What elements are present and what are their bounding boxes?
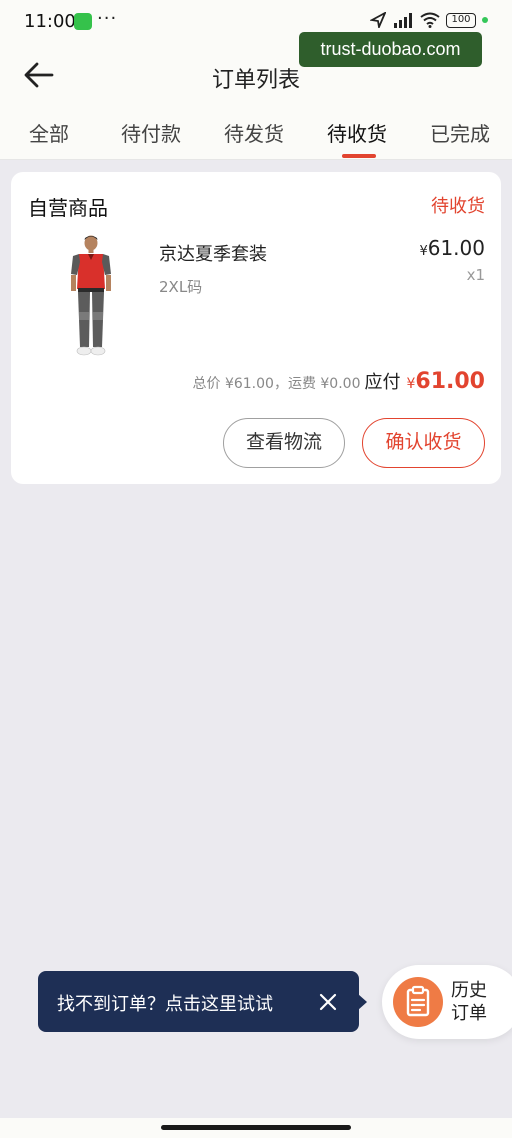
status-dot-icon (482, 17, 488, 23)
shop-name: 自营商品 (28, 196, 108, 220)
tip-pointer (358, 994, 367, 1010)
close-icon[interactable] (317, 991, 339, 1013)
wechat-icon (74, 13, 92, 30)
product-name[interactable]: 京达夏季套装 (159, 240, 267, 266)
order-card[interactable]: 自营商品 待收货 京达夏季套装 2XL码 ¥61.00 x1 总价 ¥61.00… (11, 172, 501, 484)
battery-icon: 100 (446, 12, 476, 28)
payable-amount: 61.00 (415, 369, 485, 394)
status-icons: 100 (370, 12, 488, 28)
payable-label: 应付 (364, 372, 401, 393)
price-value: 61.00 (427, 236, 485, 260)
signal-icon (394, 13, 412, 28)
price-symbol: ¥ (419, 244, 428, 259)
more-notifications-icon: ··· (97, 8, 118, 29)
page-title: 订单列表 (211, 68, 300, 93)
order-status-badge: 待收货 (431, 196, 485, 217)
product-image[interactable] (63, 234, 119, 360)
confirm-receipt-button[interactable]: 确认收货 (362, 418, 485, 468)
tab-pending-shipment[interactable]: 待发货 (224, 118, 284, 147)
product-price: ¥61.00 (419, 236, 485, 260)
tabs-divider (0, 159, 512, 160)
status-time: 11:00 (24, 11, 76, 32)
tab-pending-receipt[interactable]: 待收货 (327, 118, 387, 147)
payable-symbol: ¥ (406, 376, 416, 392)
tab-completed[interactable]: 已完成 (430, 118, 490, 147)
clipboard-icon (393, 977, 443, 1027)
home-indicator[interactable] (161, 1125, 351, 1130)
location-icon (370, 12, 386, 28)
help-tip[interactable]: 找不到订单？点击这里试试 (38, 971, 367, 1032)
wifi-icon (420, 12, 440, 28)
product-quantity: x1 (466, 266, 485, 284)
order-summary: 总价 ¥61.00，运费 ¥0.00 应付 ¥ 61.00 (193, 368, 485, 394)
help-tip-text[interactable]: 找不到订单？点击这里试试 (57, 990, 273, 1016)
history-orders-label: 历史订单 (451, 980, 487, 1024)
summary-detail: 总价 ¥61.00，运费 ¥0.00 (192, 376, 361, 392)
active-tab-indicator (342, 154, 376, 158)
view-logistics-button[interactable]: 查看物流 (223, 418, 345, 468)
nav-bar: 订单列表 (0, 52, 512, 98)
product-spec: 2XL码 (159, 278, 203, 296)
history-orders-button[interactable]: 历史订单 (382, 965, 512, 1039)
tab-all[interactable]: 全部 (29, 118, 69, 147)
order-tabs: 全部 待付款 待发货 待收货 已完成 (0, 110, 512, 160)
tab-pending-payment[interactable]: 待付款 (121, 118, 181, 147)
